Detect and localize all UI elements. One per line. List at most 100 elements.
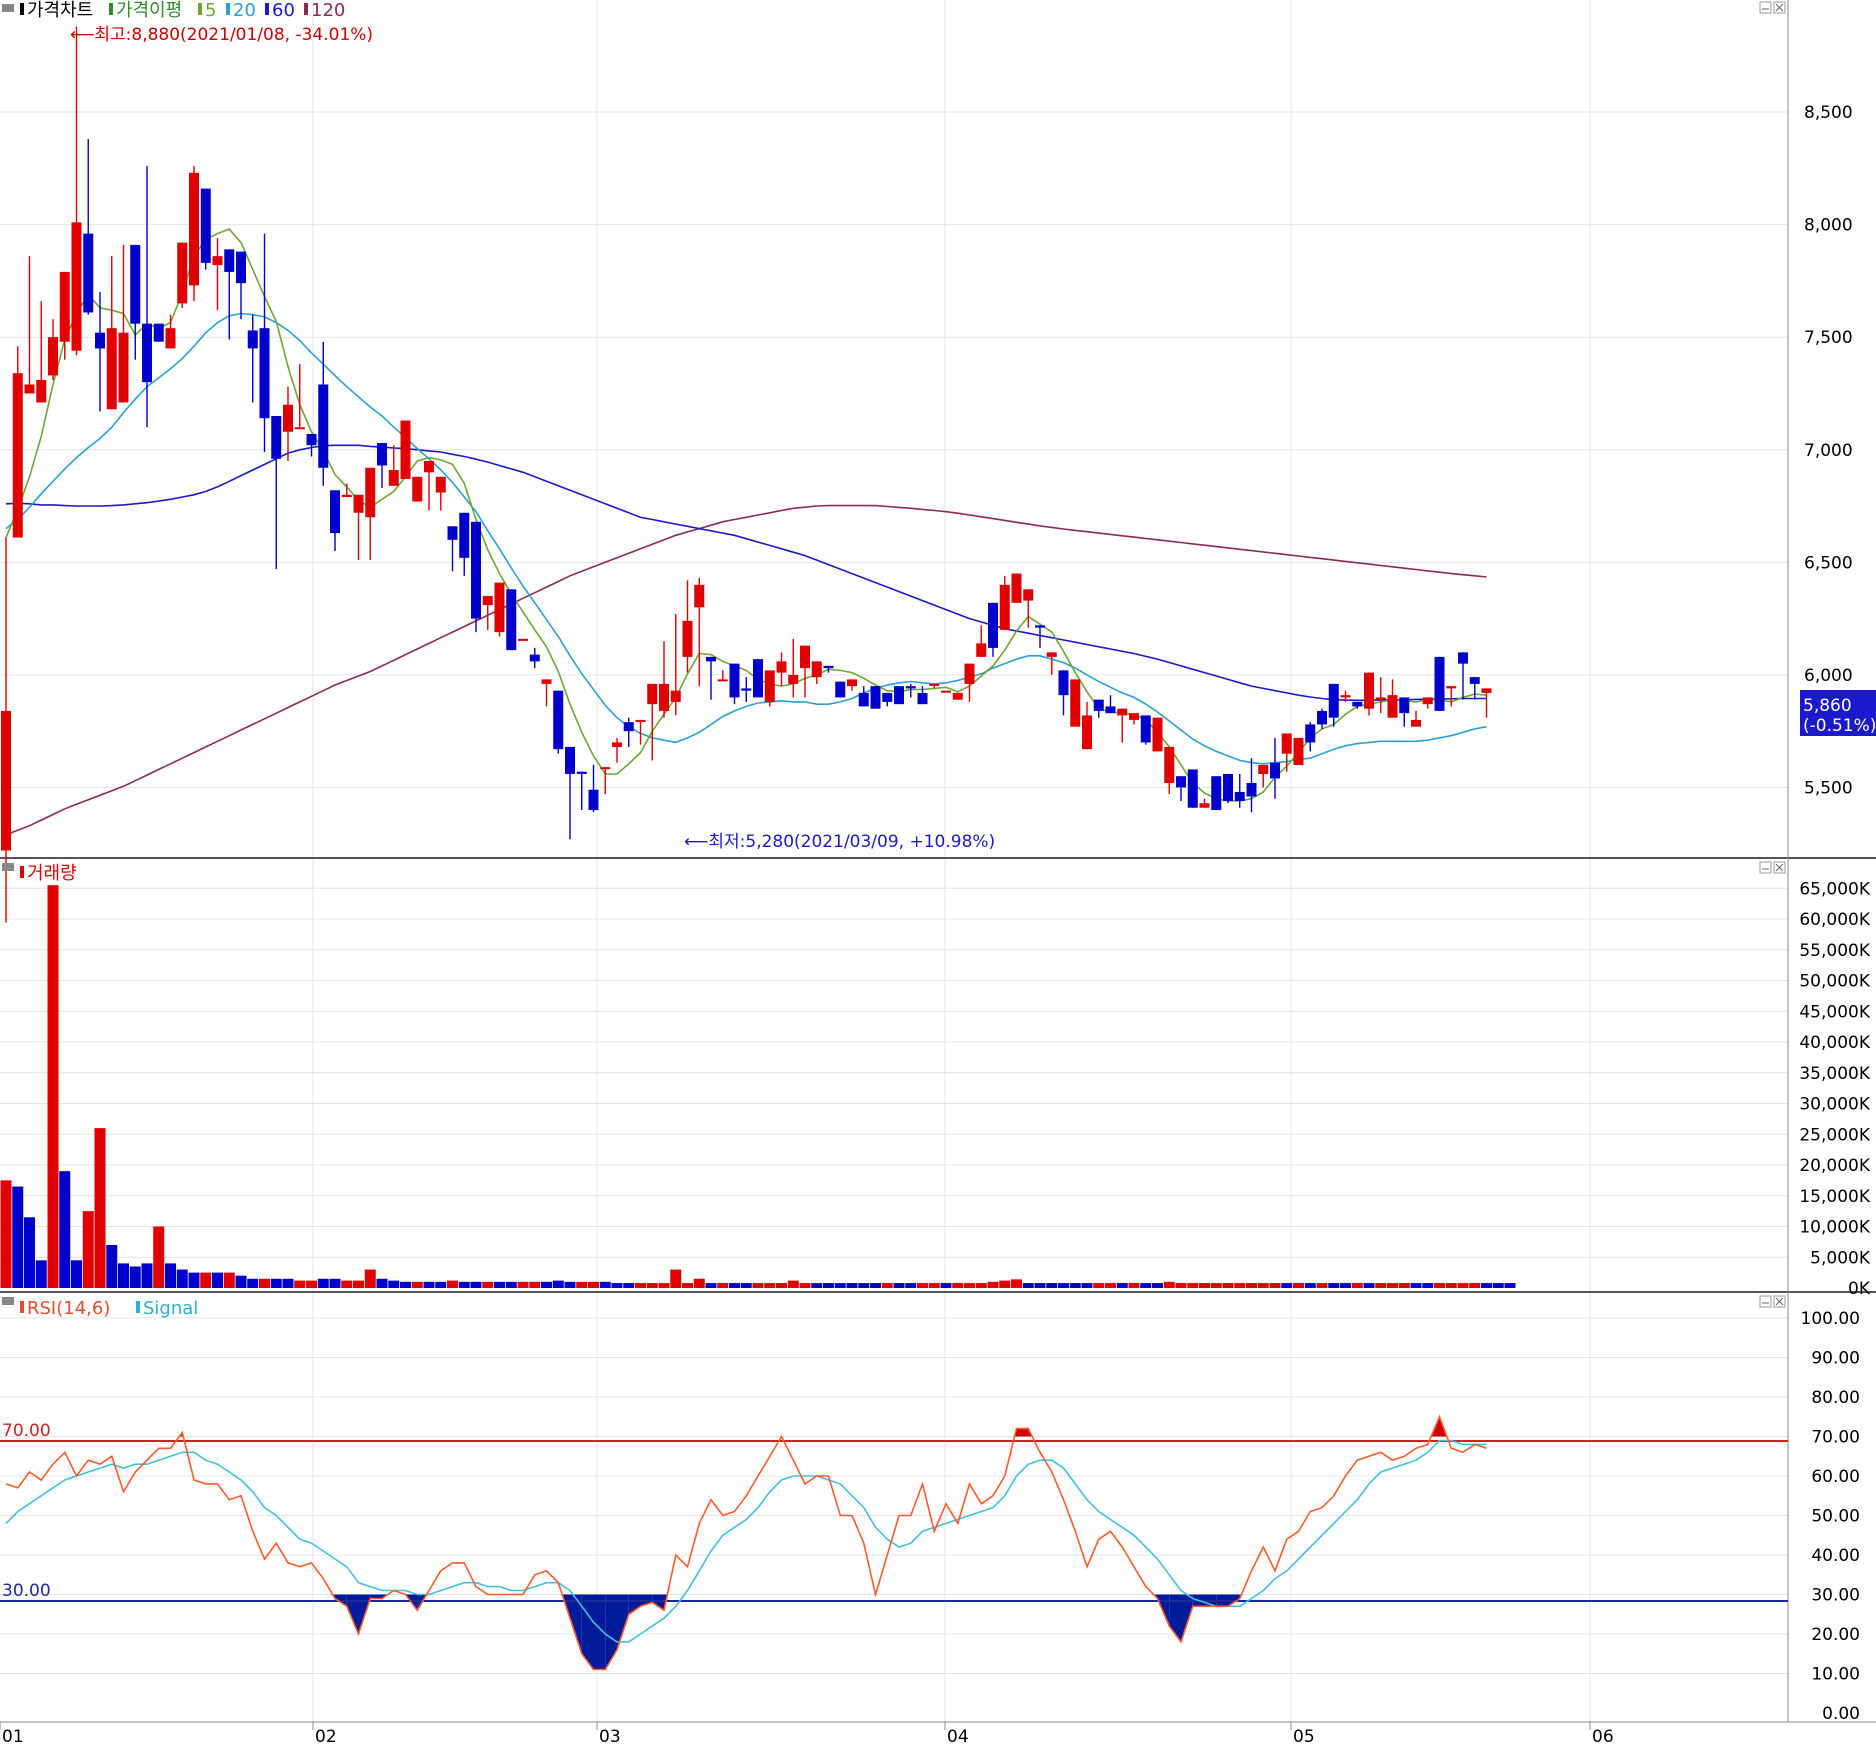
volume-bar: [517, 1281, 529, 1288]
date-tick-label: 04: [947, 1727, 969, 1746]
volume-bar: [646, 1283, 658, 1288]
volume-bar: [858, 1283, 870, 1288]
volume-bar: [811, 1283, 823, 1288]
volume-bar: [353, 1280, 364, 1288]
volume-bar: [1269, 1283, 1281, 1288]
minimize-icon[interactable]: [1759, 861, 1772, 874]
volume-bar: [400, 1281, 411, 1288]
candle-body: [271, 415, 282, 459]
candle-body: [800, 645, 810, 669]
volume-tick-label: 55,000K: [1799, 941, 1870, 961]
volume-tick-label: 30,000K: [1799, 1095, 1870, 1115]
candle-body: [647, 683, 658, 705]
volume-bar: [1034, 1283, 1046, 1288]
volume-bar: [306, 1280, 317, 1288]
volume-tick-label: 65,000K: [1799, 879, 1870, 899]
price-tick-label: 8,000: [1804, 216, 1853, 236]
candle-body: [118, 332, 129, 403]
volume-bar: [1293, 1283, 1304, 1288]
candle-body: [1411, 719, 1421, 727]
volume-bar: [1316, 1283, 1328, 1288]
candle-body: [1187, 769, 1198, 808]
volume-tick-label: 0K: [1848, 1279, 1871, 1299]
volume-bar: [1457, 1283, 1469, 1288]
volume-bar: [1222, 1283, 1234, 1288]
volume-bar: [717, 1283, 729, 1288]
candle-body: [706, 656, 716, 662]
candle-body: [1422, 697, 1433, 705]
candle-body: [59, 271, 70, 342]
candle-body: [753, 659, 763, 698]
candle-body: [1375, 697, 1386, 700]
volume-bar: [1328, 1283, 1340, 1288]
legend-label: 60: [272, 0, 295, 21]
candle-body: [1, 710, 11, 851]
volume-bar: [282, 1278, 294, 1288]
date-tick-label: 01: [2, 1727, 24, 1746]
volume-tick-label: 45,000K: [1799, 1002, 1870, 1022]
candle-body: [518, 638, 528, 641]
volume-bar: [388, 1280, 400, 1288]
volume-bar: [588, 1281, 599, 1288]
candle-body: [894, 686, 904, 705]
volume-bar: [1105, 1283, 1116, 1288]
candle-body: [12, 373, 23, 538]
candle-body: [1434, 656, 1445, 711]
volume-bar: [1281, 1283, 1293, 1288]
volume-bar: [928, 1283, 940, 1288]
panel-menu-icon: [2, 1297, 14, 1305]
minimize-icon[interactable]: [1759, 1, 1772, 14]
volume-bar: [834, 1283, 846, 1288]
volume-bar: [740, 1283, 752, 1288]
candle-body: [612, 742, 622, 747]
candle-body: [870, 686, 881, 709]
candle-body: [412, 476, 423, 502]
candle-body: [130, 244, 141, 324]
volume-bar: [1363, 1283, 1375, 1288]
candle-body: [1211, 776, 1222, 810]
candle-body: [1152, 717, 1163, 752]
candle-body: [1105, 706, 1116, 714]
candle-body: [1481, 688, 1492, 693]
volume-bar: [564, 1281, 576, 1288]
rsi-tick-label: 70.00: [1811, 1428, 1860, 1448]
rsi-tick-label: 50.00: [1811, 1507, 1860, 1527]
volume-bar: [905, 1283, 917, 1288]
volume-bar: [952, 1283, 964, 1288]
volume-bar: [764, 1283, 776, 1288]
candle-body: [1129, 713, 1139, 720]
candle-body: [353, 494, 364, 513]
volume-bar: [541, 1281, 552, 1288]
candle-body: [1223, 773, 1233, 801]
volume-bar: [1234, 1283, 1246, 1288]
volume-bar: [658, 1283, 670, 1288]
candle-body: [670, 690, 681, 702]
legend-swatch: [226, 3, 230, 15]
candle-body: [1270, 762, 1280, 779]
volume-bar: [24, 1217, 35, 1288]
candle-body: [236, 251, 246, 284]
volume-bar: [693, 1278, 705, 1288]
candle-body: [388, 470, 399, 486]
candle-body: [1340, 695, 1351, 698]
candle-body: [1176, 776, 1186, 788]
volume-bar: [247, 1278, 259, 1288]
volume-bar: [964, 1283, 975, 1288]
volume-bar: [200, 1272, 212, 1288]
volume-bar: [846, 1283, 858, 1288]
candle-body: [1234, 791, 1245, 801]
rsi-tick-label: 80.00: [1811, 1388, 1860, 1408]
minimize-icon[interactable]: [1759, 1295, 1772, 1308]
rsi-tick-label: 30.00: [1811, 1586, 1860, 1606]
volume-bar: [188, 1272, 200, 1288]
max-price-note: ⟵최고:8,880(2021/01/08, -34.01%): [70, 25, 373, 45]
candle-body: [905, 686, 916, 689]
volume-bar: [881, 1283, 893, 1288]
candle-body: [459, 512, 470, 558]
candle-body: [682, 620, 693, 657]
volume-bar: [176, 1269, 188, 1288]
volume-bar: [670, 1269, 682, 1288]
volume-bar: [341, 1280, 353, 1288]
legend-label: 5: [205, 0, 216, 21]
price-tick-label: 5,500: [1804, 778, 1853, 798]
